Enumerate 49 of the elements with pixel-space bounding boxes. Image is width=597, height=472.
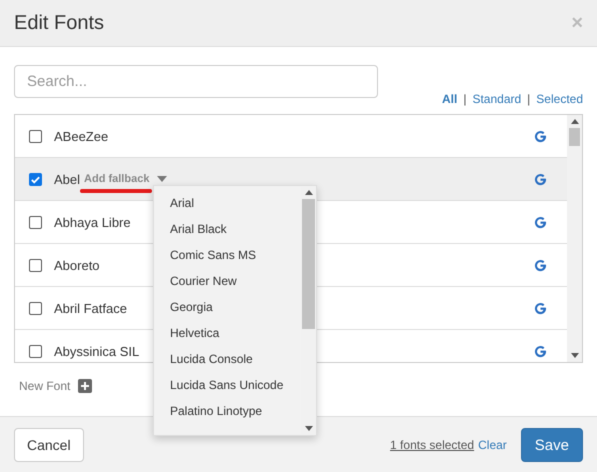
scroll-down-icon[interactable] bbox=[570, 353, 578, 358]
font-name: Abel bbox=[54, 172, 80, 186]
cancel-button[interactable]: Cancel bbox=[14, 428, 84, 462]
scrollbar-thumb[interactable] bbox=[302, 199, 315, 329]
google-icon bbox=[534, 344, 547, 358]
filter-link[interactable]: All bbox=[442, 92, 458, 106]
caret-icon[interactable] bbox=[157, 176, 168, 182]
menu-item[interactable]: Arial Black bbox=[154, 216, 301, 242]
google-icon bbox=[534, 302, 547, 314]
scroll-up-icon[interactable] bbox=[570, 119, 578, 124]
google-icon bbox=[534, 216, 547, 228]
scrollbar[interactable] bbox=[567, 115, 582, 362]
separator: | bbox=[527, 92, 530, 106]
new-font-label: New Font bbox=[19, 379, 70, 393]
menu-item[interactable]: Arial bbox=[154, 190, 301, 216]
scroll-up-icon[interactable] bbox=[304, 190, 312, 195]
checkbox[interactable] bbox=[29, 258, 42, 272]
menu-item[interactable]: Helvetica bbox=[154, 320, 301, 346]
font-name: Abyssinica SIL bbox=[54, 344, 140, 358]
plus-icon[interactable] bbox=[78, 379, 92, 393]
scrollbar[interactable] bbox=[301, 186, 316, 435]
scroll-down-icon[interactable] bbox=[304, 426, 312, 431]
checkbox[interactable] bbox=[29, 172, 42, 186]
menu-item[interactable]: Georgia bbox=[154, 294, 301, 320]
google-icon bbox=[534, 172, 547, 186]
filter-link[interactable]: Standard bbox=[472, 92, 522, 106]
menu-item[interactable]: Lucida Console bbox=[154, 346, 301, 372]
checkbox[interactable] bbox=[29, 302, 42, 314]
filter-link[interactable]: Selected bbox=[536, 92, 583, 106]
scrollbar-thumb[interactable] bbox=[569, 128, 580, 146]
separator: | bbox=[463, 92, 466, 106]
font-name: Abril Fatface bbox=[54, 300, 127, 316]
menu-item[interactable]: Palatino Linotype bbox=[154, 398, 301, 424]
search-field[interactable]: Search... bbox=[14, 65, 378, 98]
checkbox[interactable] bbox=[29, 130, 42, 142]
checkbox[interactable] bbox=[29, 344, 42, 358]
font-name: Aboreto bbox=[54, 258, 100, 272]
menu-item[interactable]: Courier New bbox=[154, 268, 301, 294]
dialog-title: Edit Fonts bbox=[14, 12, 104, 34]
google-icon bbox=[534, 258, 547, 272]
font-name: ABeeZee bbox=[54, 128, 108, 144]
save-button[interactable]: Save bbox=[520, 428, 583, 462]
google-icon bbox=[534, 130, 547, 142]
menu-item[interactable]: Lucida Sans Unicode bbox=[154, 372, 301, 398]
font-name: Abhaya Libre bbox=[54, 214, 131, 230]
selected-count-link[interactable]: 1 fonts selected bbox=[390, 438, 474, 452]
clear-link[interactable]: Clear bbox=[478, 438, 507, 452]
checkbox[interactable] bbox=[29, 216, 42, 228]
menu-item[interactable]: Comic Sans MS bbox=[154, 242, 301, 268]
